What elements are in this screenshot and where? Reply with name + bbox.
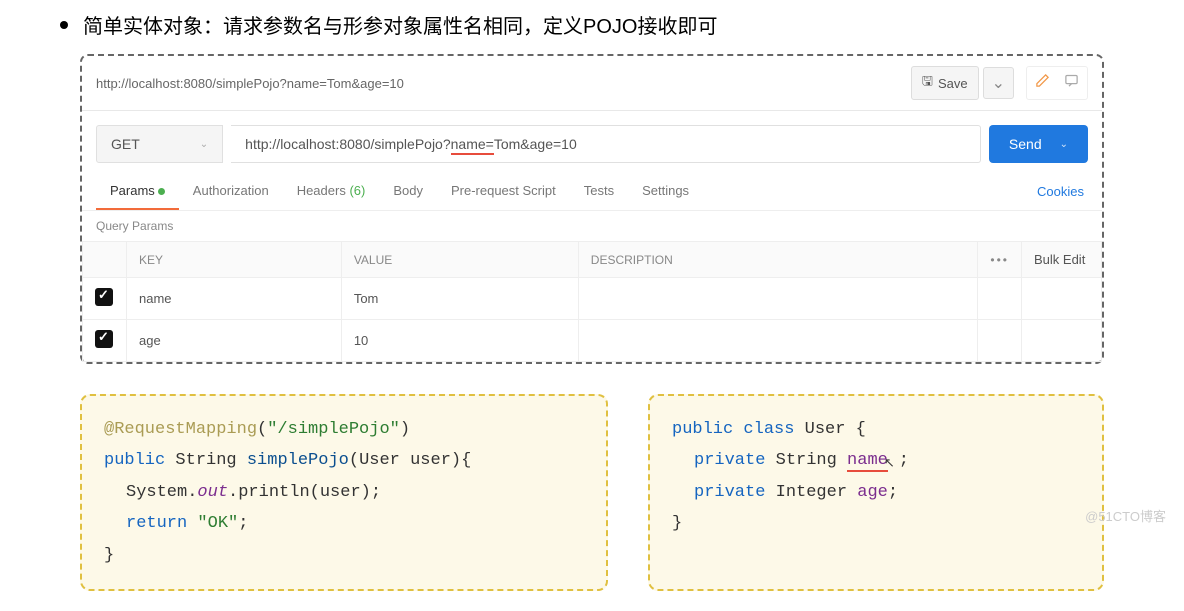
save-icon: 🖫 [922,72,933,94]
cookies-link[interactable]: Cookies [1033,174,1088,209]
chevron-down-icon: ⌄ [200,139,208,150]
param-key-cell[interactable]: age [127,320,342,362]
table-row: age 10 [83,320,1102,362]
tab-tests[interactable]: Tests [570,173,628,210]
http-method-select[interactable]: GET ⌄ [96,125,223,163]
send-button[interactable]: Send ⌄ [989,125,1088,163]
chevron-down-icon: ⌄ [992,75,1005,92]
tabs-row: Params Authorization Headers (6) Body Pr… [82,173,1102,211]
tab-authorization[interactable]: Authorization [179,173,283,210]
table-row: name Tom [83,278,1102,320]
save-button[interactable]: 🖫 Save [911,66,979,100]
heading-text: 简单实体对象：请求参数名与形参对象属性名相同，定义POJO接收即可 [83,10,717,39]
save-label: Save [938,76,968,91]
checkbox[interactable] [95,288,113,306]
more-icon[interactable]: ••• [990,253,1009,267]
col-description: DESCRIPTION [578,242,978,278]
save-dropdown-button[interactable]: ⌄ [983,67,1014,99]
tab-headers[interactable]: Headers (6) [283,173,380,210]
param-key-cell[interactable]: name [127,278,342,320]
params-table: KEY VALUE DESCRIPTION ••• Bulk Edit name… [82,241,1102,362]
checkbox[interactable] [95,330,113,348]
tab-params[interactable]: Params [96,173,179,210]
chevron-down-icon: ⌄ [1060,139,1068,150]
url-bar-top: http://localhost:8080/simplePojo?name=To… [82,56,1102,111]
send-label: Send [1009,136,1042,152]
tab-body[interactable]: Body [379,173,437,210]
active-dot-icon [158,188,165,195]
watermark: @51CTO博客 [1085,506,1166,525]
cursor-icon: ↖ [884,452,895,476]
postman-panel: http://localhost:8080/simplePojo?name=To… [80,54,1104,364]
tab-settings[interactable]: Settings [628,173,703,210]
param-desc-cell[interactable] [578,278,978,320]
param-value-cell[interactable]: 10 [341,320,578,362]
code-box-controller: @RequestMapping("/simplePojo") public St… [80,394,608,591]
query-params-label: Query Params [82,211,1102,241]
edit-icon[interactable] [1029,69,1056,97]
param-value-cell[interactable]: Tom [341,278,578,320]
url-input[interactable]: http://localhost:8080/simplePojo?name=To… [231,125,981,163]
method-label: GET [111,136,140,152]
col-key: KEY [127,242,342,278]
url-title-text: http://localhost:8080/simplePojo?name=To… [96,76,911,91]
tab-prerequest[interactable]: Pre-request Script [437,173,570,210]
code-box-pojo: public class User { private String name↖… [648,394,1104,591]
bullet-icon [60,21,68,29]
col-value: VALUE [341,242,578,278]
bulk-edit-link[interactable]: Bulk Edit [1034,252,1085,267]
param-desc-cell[interactable] [578,320,978,362]
comment-icon[interactable] [1058,69,1085,97]
